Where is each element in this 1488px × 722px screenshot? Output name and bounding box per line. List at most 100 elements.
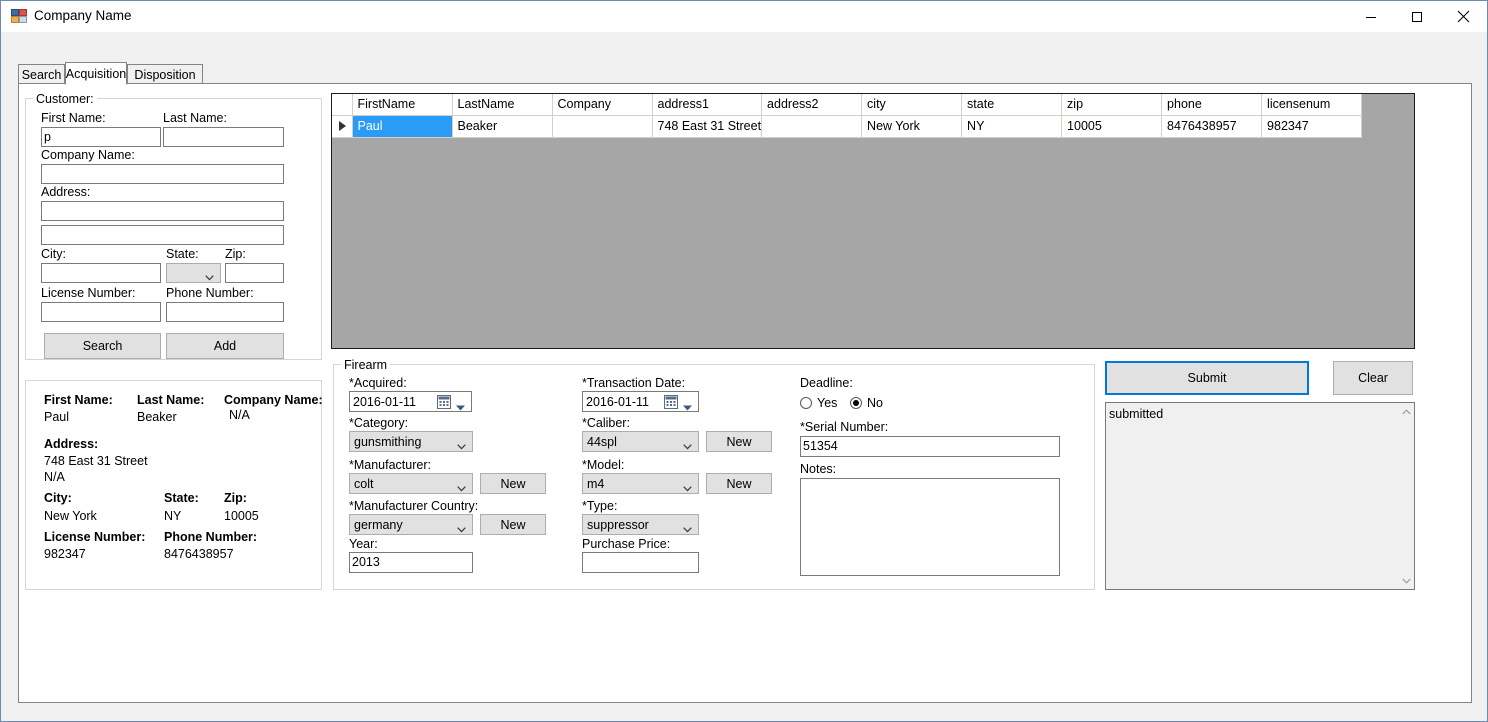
firearm-group: Firearm *Acquired: 2016-01-11 *Category: [333, 358, 1095, 590]
label-address: Address: [41, 185, 91, 199]
manufacturer-country-value: germany [354, 517, 403, 532]
manufacturer-country-new-button[interactable]: New [480, 514, 546, 535]
deadline-radio-yes[interactable]: Yes [800, 396, 837, 410]
acquired-date-picker[interactable]: 2016-01-11 [349, 391, 472, 412]
column-header-company[interactable]: Company [552, 94, 653, 116]
column-header-licensenum[interactable]: licensenum [1261, 94, 1363, 116]
type-dropdown[interactable]: suppressor [582, 514, 699, 535]
customer-data-grid[interactable]: FirstName LastName Company address1 addr… [331, 93, 1415, 349]
status-output-textbox[interactable]: submitted [1105, 402, 1415, 590]
label-city: City: [41, 247, 66, 261]
manufacturer-dropdown[interactable]: colt [349, 473, 473, 494]
phone-number-input[interactable] [166, 302, 284, 322]
cell-address2[interactable] [761, 115, 863, 138]
label-acquired: *Acquired: [349, 376, 407, 390]
table-row: Paul Beaker 748 East 31 Street New York … [332, 115, 1363, 138]
label-type: *Type: [582, 499, 618, 513]
label-manufacturer: *Manufacturer: [349, 458, 431, 472]
purchase-price-input[interactable] [582, 552, 699, 573]
model-value: m4 [587, 476, 605, 491]
cell-licensenum[interactable]: 982347 [1261, 115, 1363, 138]
column-header-city[interactable]: city [861, 94, 963, 116]
cell-address1[interactable]: 748 East 31 Street [652, 115, 763, 138]
column-header-address1[interactable]: address1 [652, 94, 763, 116]
notes-textarea[interactable] [800, 478, 1060, 576]
label-serial-number: *Serial Number: [800, 420, 889, 434]
column-header-state[interactable]: state [961, 94, 1063, 116]
address2-input[interactable] [41, 225, 284, 245]
tab-disposition[interactable]: Disposition [127, 64, 203, 84]
deadline-yes-label: Yes [817, 396, 838, 410]
year-input[interactable]: 2013 [349, 552, 473, 573]
status-text: submitted [1109, 407, 1164, 421]
summary-zip-label: Zip: [224, 491, 247, 505]
cell-city[interactable]: New York [861, 115, 963, 138]
label-last-name: Last Name: [163, 111, 227, 125]
caliber-new-button[interactable]: New [706, 431, 772, 452]
cell-phone[interactable]: 8476438957 [1161, 115, 1263, 138]
label-purchase-price: Purchase Price: [582, 537, 671, 551]
cell-company[interactable] [552, 115, 653, 138]
summary-city-label: City: [44, 491, 72, 505]
clear-button[interactable]: Clear [1333, 361, 1413, 395]
scroll-down-button[interactable] [1398, 572, 1415, 589]
summary-last-name-value: Beaker [137, 410, 177, 424]
last-name-input[interactable] [163, 127, 284, 147]
row-caret-icon [339, 121, 346, 131]
summary-address-label: Address: [44, 437, 99, 451]
customer-search-button[interactable]: Search [44, 333, 161, 359]
tab-acquisition[interactable]: Acquisition [65, 62, 127, 85]
summary-first-name-value: Paul [44, 410, 70, 424]
manufacturer-country-dropdown[interactable]: germany [349, 514, 473, 535]
column-header-zip[interactable]: zip [1061, 94, 1163, 116]
summary-phone-label: Phone Number: [164, 530, 258, 544]
cell-zip[interactable]: 10005 [1061, 115, 1163, 138]
city-input[interactable] [41, 263, 161, 283]
calendar-icon [437, 395, 451, 412]
category-dropdown[interactable]: gunsmithing [349, 431, 473, 452]
serial-number-input[interactable]: 51354 [800, 436, 1060, 457]
column-header-phone[interactable]: phone [1161, 94, 1263, 116]
row-header-corner [332, 94, 353, 116]
chevron-down-icon [205, 270, 214, 282]
cell-state[interactable]: NY [961, 115, 1063, 138]
address1-input[interactable] [41, 201, 284, 221]
state-dropdown[interactable] [166, 263, 221, 283]
chevron-down-icon [457, 481, 466, 494]
column-header-lastname[interactable]: LastName [452, 94, 553, 116]
caliber-dropdown[interactable]: 44spl [582, 431, 699, 452]
zip-input[interactable] [225, 263, 284, 283]
label-deadline: Deadline: [800, 376, 853, 390]
transaction-date-picker[interactable]: 2016-01-11 [582, 391, 699, 412]
minimize-button[interactable] [1348, 1, 1394, 32]
cell-lastname[interactable]: Beaker [452, 115, 553, 138]
chevron-up-icon [1402, 408, 1411, 414]
tab-search[interactable]: Search [18, 64, 65, 84]
chevron-down-icon [457, 439, 466, 452]
firearm-group-title: Firearm [341, 358, 391, 372]
first-name-input[interactable]: p [41, 127, 161, 147]
model-dropdown[interactable]: m4 [582, 473, 699, 494]
category-value: gunsmithing [354, 434, 422, 449]
submit-button[interactable]: Submit [1105, 361, 1309, 395]
summary-first-name-label: First Name: [44, 393, 113, 407]
model-new-button[interactable]: New [706, 473, 772, 494]
column-header-firstname[interactable]: FirstName [352, 94, 453, 116]
label-state: State: [166, 247, 199, 261]
manufacturer-new-button[interactable]: New [480, 473, 546, 494]
status-scrollbar[interactable] [1397, 403, 1414, 589]
chevron-down-icon [1402, 578, 1411, 584]
scroll-up-button[interactable] [1398, 403, 1415, 420]
license-number-input[interactable] [41, 302, 161, 322]
summary-last-name-label: Last Name: [137, 393, 205, 407]
deadline-radio-no[interactable]: No [850, 396, 883, 410]
maximize-button[interactable] [1394, 1, 1440, 32]
label-transaction-date: *Transaction Date: [582, 376, 686, 390]
close-button[interactable] [1440, 1, 1486, 32]
cell-firstname[interactable]: Paul [352, 115, 453, 138]
row-selector-cell[interactable] [332, 115, 353, 138]
data-grid-table: FirstName LastName Company address1 addr… [332, 94, 1363, 138]
customer-add-button[interactable]: Add [166, 333, 284, 359]
company-name-input[interactable] [41, 164, 284, 184]
column-header-address2[interactable]: address2 [761, 94, 863, 116]
